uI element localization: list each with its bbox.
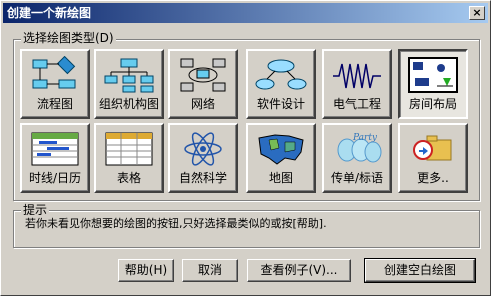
party-text: Party xyxy=(352,133,378,143)
science-icon xyxy=(184,132,222,166)
table-icon xyxy=(105,132,153,166)
tile-label: 电气工程 xyxy=(332,97,381,111)
hint-title: 提示 xyxy=(21,203,50,217)
create-blank-drawing-button[interactable]: 创建空白绘图 xyxy=(364,258,476,283)
tile-label: 更多.. xyxy=(417,171,449,185)
group-label: 选择绘图类型(D) xyxy=(21,31,116,45)
tile-flyer-banner[interactable]: Party 传单/标语 xyxy=(322,123,392,193)
tile-label: 时线/日历 xyxy=(28,171,82,185)
room-layout-icon xyxy=(408,57,458,93)
help-button[interactable]: 帮助(H) xyxy=(118,259,174,282)
new-drawing-dialog: 创建一个新绘图 × 选择绘图类型(D) 流程图 组织机构图 网络 软件设计 电气… xyxy=(0,0,491,296)
tile-flowchart[interactable]: 流程图 xyxy=(20,49,90,119)
close-icon: × xyxy=(472,6,482,19)
view-examples-button[interactable]: 查看例子(V)... xyxy=(247,259,351,282)
tile-label: 软件设计 xyxy=(256,97,305,111)
dialog-title: 创建一个新绘图 xyxy=(7,6,92,20)
tile-label: 地图 xyxy=(268,171,293,185)
tile-science[interactable]: 自然科学 xyxy=(168,123,238,193)
title-bar: 创建一个新绘图 × xyxy=(3,3,488,23)
tile-label: 流程图 xyxy=(36,97,73,111)
tile-label: 表格 xyxy=(116,171,141,185)
tile-electrical[interactable]: 电气工程 xyxy=(322,49,392,119)
software-design-icon xyxy=(255,59,307,90)
tile-timeline-calendar[interactable]: 时线/日历 xyxy=(20,123,90,193)
tile-label: 房间布局 xyxy=(408,97,457,111)
close-button[interactable]: × xyxy=(469,6,485,20)
org-chart-icon xyxy=(104,58,154,93)
network-icon xyxy=(180,58,226,92)
tile-more[interactable]: 更多.. xyxy=(398,123,468,193)
tile-label: 组织机构图 xyxy=(98,97,159,111)
tile-org-chart[interactable]: 组织机构图 xyxy=(94,49,164,119)
map-icon xyxy=(258,134,304,165)
timeline-calendar-icon xyxy=(31,132,79,166)
hint-text: 若你未看见你想要的绘图的按钮,只好选择最类似的或按[帮助]. xyxy=(25,217,327,230)
tile-table[interactable]: 表格 xyxy=(94,123,164,193)
tile-label: 传单/标语 xyxy=(330,171,384,185)
tile-map[interactable]: 地图 xyxy=(246,123,316,193)
tile-label: 自然科学 xyxy=(178,171,227,185)
tile-room-layout[interactable]: 房间布局 xyxy=(398,49,468,119)
tile-network[interactable]: 网络 xyxy=(168,49,238,119)
flowchart-icon xyxy=(32,56,76,89)
electrical-icon xyxy=(333,63,381,89)
more-icon xyxy=(413,135,452,161)
flyer-banner-icon: Party xyxy=(337,133,382,163)
tile-software-design[interactable]: 软件设计 xyxy=(246,49,316,119)
tile-label: 网络 xyxy=(190,97,215,111)
cancel-button[interactable]: 取消 xyxy=(182,259,238,282)
